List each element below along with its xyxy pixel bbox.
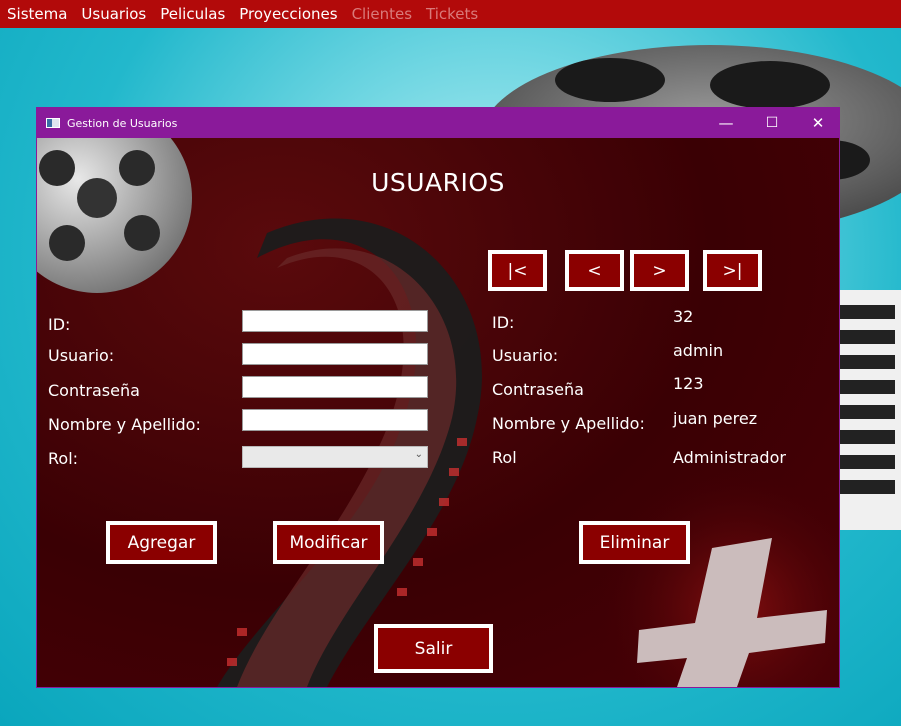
window-titlebar[interactable]: Gestion de Usuarios — ☐ ✕ <box>37 108 839 138</box>
window-client-area: USUARIOS ID: Usuario: Contraseña Nombre … <box>37 138 839 687</box>
eliminar-button[interactable]: Eliminar <box>579 521 690 564</box>
record-label-contrasena: Contraseña <box>492 380 584 399</box>
chevron-down-icon: ⌄ <box>414 449 423 460</box>
window-title: Gestion de Usuarios <box>67 116 178 130</box>
last-record-button[interactable]: >| <box>703 250 762 291</box>
salir-button[interactable]: Salir <box>374 624 493 673</box>
record-id-value: 32 <box>673 307 694 326</box>
record-contrasena-value: 123 <box>673 374 704 393</box>
record-label-rol: Rol <box>492 448 517 467</box>
record-label-id: ID: <box>492 313 515 332</box>
window-app-icon <box>46 118 60 128</box>
form-label-usuario: Usuario: <box>48 346 115 365</box>
record-label-usuario: Usuario: <box>492 346 559 365</box>
contrasena-field[interactable] <box>242 376 428 398</box>
rol-select[interactable]: ⌄ <box>242 446 428 468</box>
page-title: USUARIOS <box>371 168 505 197</box>
menu-proyecciones[interactable]: Proyecciones <box>232 4 344 24</box>
id-field[interactable] <box>242 310 428 332</box>
close-button[interactable]: ✕ <box>795 108 841 138</box>
rol-select-value <box>243 451 246 466</box>
first-record-button[interactable]: |< <box>488 250 547 291</box>
record-label-nombre: Nombre y Apellido: <box>492 414 645 433</box>
record-nombre-value: juan perez <box>673 409 758 428</box>
usuario-field[interactable] <box>242 343 428 365</box>
form-label-nombre: Nombre y Apellido: <box>48 415 201 434</box>
form-label-contrasena: Contraseña <box>48 381 140 400</box>
menu-peliculas[interactable]: Peliculas <box>153 4 232 24</box>
menu-sistema[interactable]: Sistema <box>0 4 74 24</box>
previous-record-button[interactable]: < <box>565 250 624 291</box>
maximize-button[interactable]: ☐ <box>749 108 795 138</box>
menu-tickets: Tickets <box>426 5 479 23</box>
next-record-button[interactable]: > <box>630 250 689 291</box>
menu-clientes: Clientes <box>351 5 413 23</box>
agregar-button[interactable]: Agregar <box>106 521 217 564</box>
minimize-button[interactable]: — <box>703 108 749 138</box>
menu-usuarios[interactable]: Usuarios <box>74 4 153 24</box>
modificar-button[interactable]: Modificar <box>273 521 384 564</box>
form-label-id: ID: <box>48 315 71 334</box>
menu-bar: Sistema Usuarios Peliculas Proyecciones … <box>0 0 901 28</box>
form-label-rol: Rol: <box>48 449 79 468</box>
nombre-apellido-field[interactable] <box>242 409 428 431</box>
record-usuario-value: admin <box>673 341 724 360</box>
gestion-usuarios-window: Gestion de Usuarios — ☐ ✕ USUARIOS ID: U… <box>36 107 840 688</box>
record-rol-value: Administrador <box>673 448 786 467</box>
